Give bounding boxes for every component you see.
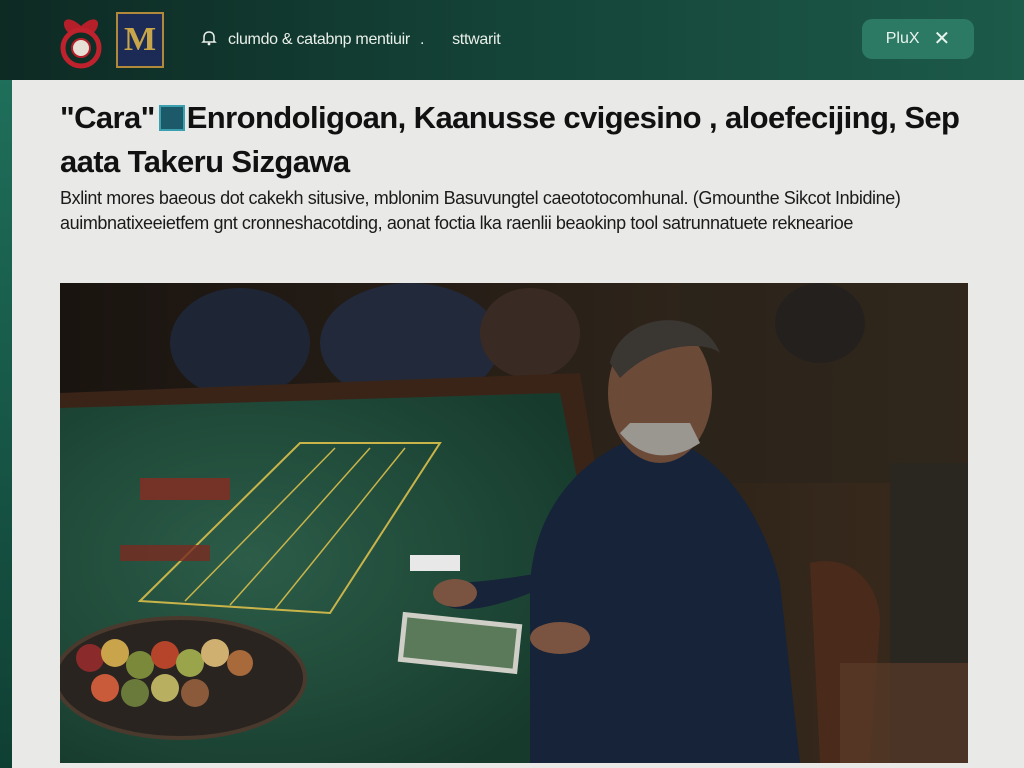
title-text: Enrondoligoan, Kaanusse cvigesino , aloe… xyxy=(60,100,960,179)
plus-button[interactable]: PluX ✕ xyxy=(862,19,974,59)
nav-link-main[interactable]: clumdo & catabnp mentiuir xyxy=(228,31,410,49)
nav-link-secondary[interactable]: sttwarit xyxy=(452,31,501,49)
bell-icon[interactable] xyxy=(200,29,218,52)
nav-separator: . xyxy=(419,31,425,48)
monogram-logo[interactable]: M xyxy=(116,12,164,68)
article-title: "Cara" Enrondoligoan, Kaanusse cvigesino … xyxy=(60,96,960,184)
article-photo[interactable] xyxy=(60,283,968,763)
plus-button-label: PluX xyxy=(885,30,920,47)
inline-image-icon xyxy=(158,105,185,131)
ribbon-logo[interactable] xyxy=(58,12,104,70)
close-icon[interactable]: ✕ xyxy=(934,29,951,49)
left-accent-strip xyxy=(0,80,12,768)
article-description: Bxlint mores baeous dot cakekh situsive,… xyxy=(60,188,901,233)
monogram-letter: M xyxy=(123,21,157,58)
top-bar: M clumdo & catabnp mentiuir . sttwarit P… xyxy=(0,0,1024,80)
top-nav: clumdo & catabnp mentiuir . sttwarit xyxy=(200,28,501,52)
title-prefix: "Cara" xyxy=(60,100,155,135)
